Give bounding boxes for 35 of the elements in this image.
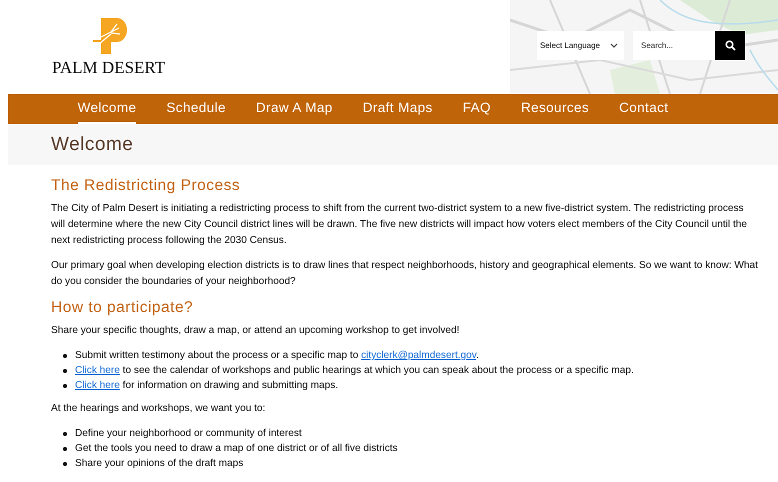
- list-item-text: Click here for information on drawing and submitting maps.: [75, 379, 338, 393]
- list-item-text: Click here to see the calendar of workshops and public hearings at which you can speak about the process or a specific map.: [75, 364, 634, 378]
- link[interactable]: Click here: [75, 365, 120, 376]
- bullet-icon: [63, 432, 67, 436]
- nav-tab[interactable]: Draw A Map: [240, 94, 348, 124]
- list-item-text: Submit written testimony about the process or a specific map to cityclerk@palmdesert.gov.: [75, 349, 479, 363]
- bullet-icon: [63, 447, 67, 451]
- nav-tab[interactable]: Draft Maps: [348, 94, 448, 124]
- bullet-icon: [63, 369, 67, 373]
- search-button[interactable]: [715, 30, 745, 60]
- section-heading: How to participate?: [51, 299, 194, 317]
- nav-tab[interactable]: FAQ: [448, 94, 506, 124]
- list-item-text: Share your opinions of the draft maps: [75, 457, 244, 471]
- palm-logo-icon: [90, 18, 127, 54]
- paragraph: Our primary goal when developing election districts is to draw lines that respect neighborhoods, history and geographical elements. So we want to know: What do you consider the boundaries of your neighborhood?: [51, 259, 759, 289]
- paragraph: Share your specific thoughts, draw a map, or attend an upcoming workshop to get involved!: [51, 324, 460, 338]
- nav-tab[interactable]: Schedule: [151, 94, 241, 124]
- section-heading: The Redistricting Process: [51, 177, 242, 195]
- list-item-text: Define your neighborhood or community of interest: [75, 427, 302, 441]
- language-dropdown[interactable]: Select Language: [536, 30, 624, 60]
- email-link[interactable]: cityclerk@palmdesert.gov: [361, 350, 476, 361]
- paragraph: At the hearings and workshops, we want you to:: [51, 402, 266, 416]
- nav-tab[interactable]: Contact: [604, 94, 684, 124]
- link[interactable]: Click here: [75, 380, 120, 391]
- chevron-down-icon: [610, 42, 618, 48]
- page-title: Welcome: [51, 134, 134, 156]
- bullet-icon: [63, 384, 67, 388]
- paragraph: The City of Palm Desert is initiating a redistricting process to shift from the current two-district system to a new five-district system. The redistricting process will determine where the new City Council district lines will be drawn. The five new districts will impact how voters elect members of the City Council until the next redistricting process following the 2030 Census.: [51, 202, 748, 248]
- list-item-text: Get the tools you need to draw a map of one district or of all five districts: [75, 442, 398, 456]
- bullet-icon: [63, 462, 67, 466]
- search-field[interactable]: Search...: [633, 30, 715, 60]
- nav-tab[interactable]: Resources: [506, 94, 604, 124]
- logo-text: PALM DESERT: [52, 58, 166, 78]
- bullet-icon: [63, 354, 67, 358]
- search-icon: [724, 40, 736, 50]
